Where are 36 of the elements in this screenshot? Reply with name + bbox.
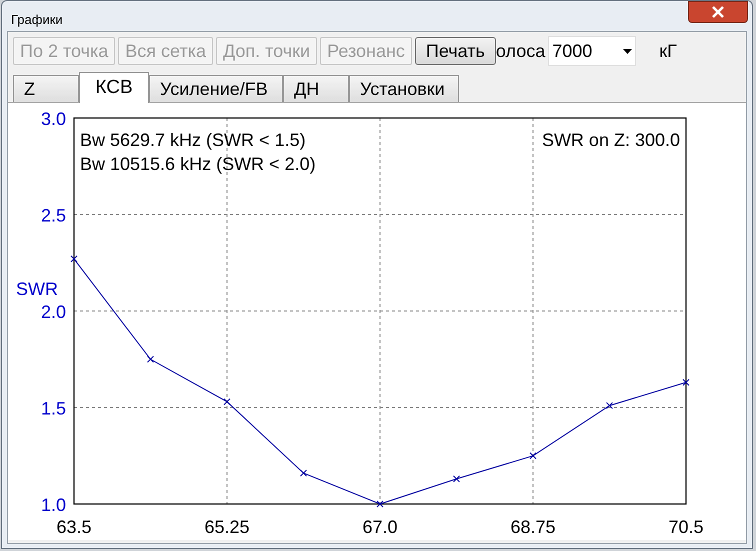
data-point-marker [224,398,230,406]
data-point-marker [453,475,460,482]
band-label: олоса [496,40,546,62]
data-point-marker [682,378,690,386]
x-tick-label: 65.25 [204,517,250,537]
impedance-note: SWR on Z: 300.0 [542,130,680,150]
tab[interactable]: Усиление/FB [149,75,283,102]
y-tick-label: 3.0 [40,109,66,129]
x-tick-label: 67.0 [362,517,398,537]
tab[interactable]: ДН [283,75,349,102]
x-tick-label: 63.5 [56,517,92,537]
bandwidth-note: Bw 10515.6 kHz (SWR < 2.0) [80,154,316,174]
bandwidth-note: Bw 5629.7 kHz (SWR < 1.5) [80,130,306,150]
data-point-marker [606,402,613,410]
band-dropdown[interactable]: 7000 [548,36,636,66]
dropdown-caret-icon [623,48,632,54]
x-tick-label: 70.5 [668,517,704,537]
tab[interactable]: КСВ [79,72,149,103]
unit-label: кГ [659,40,677,62]
y-tick-label: 1.0 [40,495,66,515]
toolbar-button[interactable]: Печать [414,37,496,65]
y-tick-label: 1.5 [40,398,66,418]
x-tick-label: 68.75 [510,517,556,537]
y-tick-label: 2.5 [40,206,66,226]
data-point-marker [300,470,307,477]
tab[interactable]: Установки [349,75,459,102]
y-axis-label: SWR [16,279,58,299]
data-point-marker [147,356,154,363]
window-title: Графики [11,11,63,29]
close-button[interactable] [688,1,748,23]
tab[interactable]: Z [13,75,79,102]
data-point-marker [70,255,78,262]
close-icon [711,6,725,18]
data-point-marker [376,500,384,508]
data-point-marker [530,452,536,460]
y-tick-label: 2.0 [40,302,66,322]
